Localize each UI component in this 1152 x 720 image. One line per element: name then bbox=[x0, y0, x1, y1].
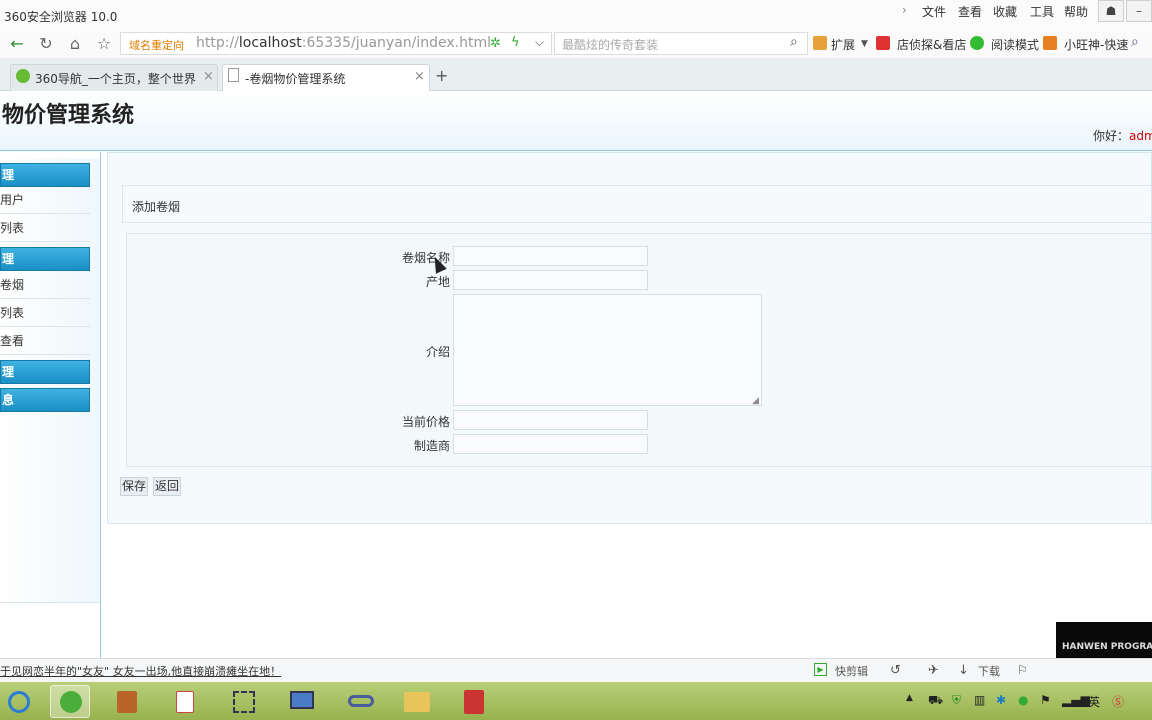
maker-input[interactable] bbox=[453, 434, 648, 454]
username-link[interactable]: adm bbox=[1129, 129, 1152, 143]
read-mode-button[interactable]: 阅读模式 bbox=[991, 36, 1039, 53]
resize-handle-icon[interactable]: ◢ bbox=[752, 396, 759, 406]
new-tab-button[interactable]: + bbox=[435, 66, 448, 85]
search-placeholder: 最酷炫的传奇套装 bbox=[562, 38, 659, 52]
computer-icon[interactable] bbox=[282, 685, 322, 718]
video-clip-icon[interactable]: ▶ bbox=[814, 663, 827, 676]
download-icon[interactable]: ↓ bbox=[958, 663, 969, 678]
refresh-status-icon[interactable]: ↺ bbox=[890, 663, 901, 678]
shield-icon[interactable]: ⛨ bbox=[952, 693, 961, 708]
refresh-icon[interactable]: ↻ bbox=[35, 34, 57, 54]
sidebar-item-users[interactable]: 用户 bbox=[0, 186, 90, 214]
extensions-button[interactable]: 扩展 bbox=[831, 36, 855, 53]
ie-icon[interactable] bbox=[0, 685, 40, 718]
lightning-icon[interactable]: ϟ bbox=[511, 35, 520, 50]
news-link[interactable]: 于见网恋半年的"女友" 女友一出场,他直接崩溃瘫坐在地！ bbox=[0, 663, 281, 679]
snipping-tool-icon[interactable] bbox=[224, 685, 264, 718]
chevron-down-icon[interactable]: ⌵ bbox=[535, 35, 544, 50]
sidebar-group-3[interactable]: 理 bbox=[0, 360, 90, 384]
form-title-bar bbox=[122, 185, 1152, 223]
shop-icon[interactable] bbox=[876, 36, 890, 50]
page-icon bbox=[228, 68, 239, 82]
flag-tray-icon[interactable]: ⚑ bbox=[1040, 693, 1051, 707]
watermark-logo-text: HANWEN PROGRAMMING bbox=[1062, 642, 1152, 652]
tray-expand-icon[interactable]: ▲ bbox=[906, 693, 913, 703]
bluetooth-icon[interactable]: ✱ bbox=[996, 693, 1006, 707]
pin-icon[interactable]: ✈ bbox=[928, 663, 939, 678]
page-header bbox=[0, 91, 1152, 151]
form-title: 添加卷烟 bbox=[132, 200, 181, 214]
label-intro: 介绍 bbox=[425, 345, 450, 359]
sidebar-group-4[interactable]: 息 bbox=[0, 388, 90, 412]
quick-clip-button[interactable]: 快剪辑 bbox=[835, 663, 868, 679]
wangwang-icon[interactable] bbox=[1043, 36, 1057, 50]
dropdown-arrow-icon[interactable]: ▼ bbox=[861, 39, 868, 49]
home-icon[interactable]: ⌂ bbox=[64, 34, 86, 54]
back-icon[interactable]: ← bbox=[6, 34, 28, 54]
sidebar-item-cigarette-list[interactable]: 列表 bbox=[0, 299, 90, 327]
folder-icon[interactable] bbox=[396, 685, 436, 718]
tray-network-app-icon[interactable]: ⛟ bbox=[928, 693, 943, 709]
skin-icon[interactable]: ☗ bbox=[1098, 0, 1124, 22]
java-icon[interactable] bbox=[166, 685, 206, 718]
eclipse-icon[interactable] bbox=[340, 685, 380, 718]
menu-tools[interactable]: 工具 bbox=[1030, 3, 1054, 20]
extensions-icon[interactable] bbox=[813, 36, 827, 50]
signal-icon[interactable]: ▂▄▆ bbox=[1062, 693, 1090, 707]
download-button[interactable]: 下载 bbox=[978, 663, 1000, 679]
close-icon[interactable]: × bbox=[414, 69, 425, 84]
name-input[interactable] bbox=[453, 246, 648, 266]
star-icon[interactable]: ☆ bbox=[93, 34, 115, 54]
gear-icon[interactable]: ✲ bbox=[490, 36, 501, 51]
close-icon[interactable]: × bbox=[203, 69, 214, 84]
sidebar-group-2[interactable]: 理 bbox=[0, 247, 90, 271]
360-logo-icon bbox=[16, 69, 30, 83]
read-mode-icon[interactable] bbox=[970, 36, 984, 50]
price-input[interactable] bbox=[453, 410, 648, 430]
sogou-input-icon[interactable]: Ⓢ bbox=[1112, 693, 1124, 710]
flag-icon[interactable]: ⚐ bbox=[1017, 663, 1028, 677]
menu-help[interactable]: 帮助 bbox=[1064, 3, 1088, 20]
minimize-button[interactable]: – bbox=[1126, 0, 1152, 22]
back-button[interactable]: 返回 bbox=[153, 477, 181, 496]
label-maker: 制造商 bbox=[413, 439, 450, 453]
label-price: 当前价格 bbox=[401, 415, 450, 429]
app-title: 360安全浏览器 10.0 bbox=[4, 10, 118, 24]
notepad-icon[interactable] bbox=[454, 685, 494, 718]
360-tray-icon[interactable]: ● bbox=[1018, 693, 1028, 707]
label-origin: 产地 bbox=[425, 275, 450, 289]
intro-textarea[interactable] bbox=[453, 294, 762, 406]
tab-juanyan-label: -卷烟物价管理系统 bbox=[245, 72, 346, 86]
tab-360-nav-label: 360导航_一个主页，整个世界 bbox=[35, 72, 196, 86]
tray-app-icon[interactable]: ▥ bbox=[974, 693, 985, 707]
save-button[interactable]: 保存 bbox=[120, 477, 148, 496]
sidebar-group-1[interactable]: 理 bbox=[0, 163, 90, 187]
360-browser-taskbar-icon[interactable] bbox=[50, 685, 90, 718]
sidebar-item-user-list[interactable]: 列表 bbox=[0, 214, 90, 242]
menu-favorites[interactable]: 收藏 bbox=[993, 3, 1017, 20]
url-text[interactable]: http://localhost:65335/juanyan/index.htm… bbox=[196, 35, 491, 51]
shop-detective-button[interactable]: 店侦探&看店 bbox=[897, 36, 966, 53]
menu-file[interactable]: 文件 bbox=[922, 3, 946, 20]
page-title: 物价管理系统 bbox=[2, 103, 135, 128]
redirect-tag: 域名重定向 bbox=[129, 39, 184, 52]
sidebar-item-view[interactable]: 查看 bbox=[0, 327, 90, 355]
magnifier-icon[interactable]: ⌕ bbox=[1131, 34, 1139, 50]
input-language[interactable]: 英 bbox=[1088, 693, 1100, 710]
search-icon[interactable]: ⌕ bbox=[790, 34, 798, 50]
chevron-right-icon[interactable]: › bbox=[902, 3, 907, 17]
wangwang-button[interactable]: 小旺神-快速 bbox=[1064, 36, 1128, 53]
origin-input[interactable] bbox=[453, 270, 648, 290]
book-icon[interactable] bbox=[108, 685, 148, 718]
menu-view[interactable]: 查看 bbox=[958, 3, 982, 20]
greeting: 你好：adm bbox=[1093, 127, 1152, 144]
sidebar-item-add-cigarette[interactable]: 卷烟 bbox=[0, 271, 90, 299]
